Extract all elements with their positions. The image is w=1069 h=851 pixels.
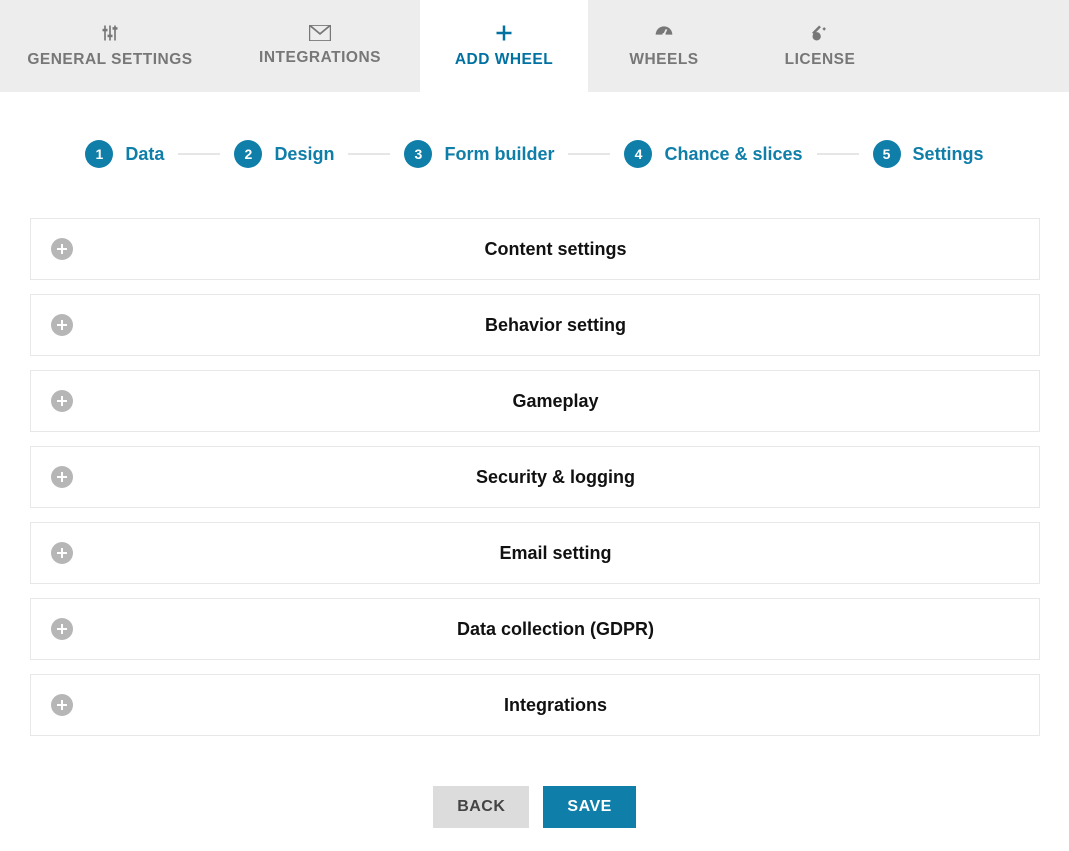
step-form-builder[interactable]: 3 Form builder <box>404 140 554 168</box>
step-label: Settings <box>913 144 984 165</box>
expand-icon[interactable] <box>51 238 73 260</box>
tab-label: LICENSE <box>785 51 856 69</box>
mail-icon <box>309 25 331 41</box>
step-number: 4 <box>624 140 652 168</box>
save-button[interactable]: SAVE <box>543 786 635 828</box>
step-number: 1 <box>85 140 113 168</box>
step-label: Design <box>274 144 334 165</box>
step-label: Chance & slices <box>664 144 802 165</box>
expand-icon[interactable] <box>51 390 73 412</box>
tab-label: ADD WHEEL <box>455 51 553 69</box>
panel-title: Data collection (GDPR) <box>73 619 1039 640</box>
wizard-stepper: 1 Data 2 Design 3 Form builder 4 Chance … <box>0 140 1069 168</box>
tab-label: INTEGRATIONS <box>259 49 381 67</box>
step-number: 3 <box>404 140 432 168</box>
step-connector <box>178 153 220 155</box>
wizard-footer: BACK SAVE <box>0 786 1069 828</box>
top-tabs: GENERAL SETTINGS INTEGRATIONS ADD WHEEL … <box>0 0 1069 92</box>
panel-security-logging[interactable]: Security & logging <box>30 446 1040 508</box>
tab-license[interactable]: LICENSE <box>740 0 900 92</box>
panel-gameplay[interactable]: Gameplay <box>30 370 1040 432</box>
step-label: Data <box>125 144 164 165</box>
tab-wheels[interactable]: WHEELS <box>588 0 740 92</box>
panel-integrations[interactable]: Integrations <box>30 674 1040 736</box>
step-number: 2 <box>234 140 262 168</box>
tab-general-settings[interactable]: GENERAL SETTINGS <box>0 0 220 92</box>
step-number: 5 <box>873 140 901 168</box>
panel-behavior-setting[interactable]: Behavior setting <box>30 294 1040 356</box>
panel-title: Content settings <box>73 239 1039 260</box>
expand-icon[interactable] <box>51 542 73 564</box>
step-connector <box>817 153 859 155</box>
tab-integrations[interactable]: INTEGRATIONS <box>220 0 420 92</box>
step-design[interactable]: 2 Design <box>234 140 334 168</box>
settings-accordion: Content settings Behavior setting Gamepl… <box>30 218 1040 736</box>
sliders-icon <box>100 23 120 43</box>
tab-add-wheel[interactable]: ADD WHEEL <box>420 0 588 92</box>
panel-title: Gameplay <box>73 391 1039 412</box>
key-icon <box>810 23 830 43</box>
expand-icon[interactable] <box>51 466 73 488</box>
expand-icon[interactable] <box>51 618 73 640</box>
panel-title: Security & logging <box>73 467 1039 488</box>
back-button[interactable]: BACK <box>433 786 529 828</box>
step-chance-slices[interactable]: 4 Chance & slices <box>624 140 802 168</box>
step-settings[interactable]: 5 Settings <box>873 140 984 168</box>
panel-title: Integrations <box>73 695 1039 716</box>
gauge-icon <box>653 23 675 43</box>
panel-content-settings[interactable]: Content settings <box>30 218 1040 280</box>
expand-icon[interactable] <box>51 694 73 716</box>
panel-data-collection-gdpr[interactable]: Data collection (GDPR) <box>30 598 1040 660</box>
panel-title: Email setting <box>73 543 1039 564</box>
step-connector <box>348 153 390 155</box>
panel-email-setting[interactable]: Email setting <box>30 522 1040 584</box>
step-label: Form builder <box>444 144 554 165</box>
plus-icon <box>494 23 514 43</box>
tab-label: GENERAL SETTINGS <box>27 51 192 69</box>
step-data[interactable]: 1 Data <box>85 140 164 168</box>
tab-label: WHEELS <box>629 51 698 69</box>
expand-icon[interactable] <box>51 314 73 336</box>
panel-title: Behavior setting <box>73 315 1039 336</box>
step-connector <box>568 153 610 155</box>
